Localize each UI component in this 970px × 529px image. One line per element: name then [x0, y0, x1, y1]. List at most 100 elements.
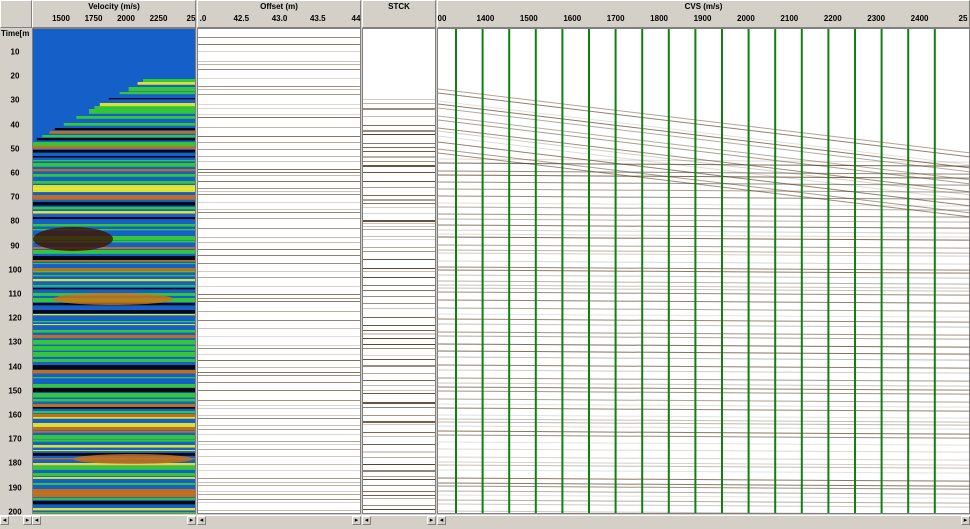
- axis-tick-label: 1700: [606, 14, 625, 23]
- cvs-event-line: [438, 421, 969, 426]
- stck-title: STCK: [388, 2, 410, 11]
- semblance-band: [33, 324, 195, 326]
- right-arrow-icon[interactable]: ▸: [352, 516, 361, 525]
- stack-event-line: [363, 220, 435, 222]
- gather-event-line: [198, 117, 360, 118]
- stack-event-line: [363, 303, 435, 304]
- gather-event-line: [198, 86, 360, 87]
- cvs-event-line: [438, 260, 969, 265]
- semblance-band: [33, 263, 195, 265]
- axis-tick-label: 2400: [910, 14, 929, 23]
- semblance-band: [42, 135, 195, 138]
- cvs-event-line: [438, 213, 969, 218]
- gather-event-line: [198, 218, 360, 219]
- right-arrow-icon[interactable]: ▸: [961, 516, 970, 525]
- gather-event-line: [198, 64, 360, 65]
- stack-event-line: [363, 333, 435, 335]
- gather-event-line: [198, 345, 360, 346]
- cvs-event-line: [438, 425, 969, 430]
- semblance-band: [89, 109, 195, 114]
- cvs-event-line: [438, 287, 969, 292]
- cvs-event-line: [438, 280, 969, 285]
- stck-scrollbar[interactable]: ◂ ▸: [362, 515, 436, 525]
- cvs-event-line: [438, 418, 969, 423]
- cvs-panel[interactable]: [437, 28, 970, 514]
- stack-event-line: [363, 108, 435, 110]
- gather-event-line: [198, 367, 360, 368]
- cvs-event-line: [438, 377, 969, 382]
- right-arrow-icon[interactable]: ▸: [187, 516, 196, 525]
- semblance-band: [33, 508, 195, 511]
- cvs-scrollbar[interactable]: ◂ ▸: [437, 515, 970, 525]
- semblance-band: [33, 473, 195, 477]
- right-arrow-icon[interactable]: ▸: [23, 516, 32, 525]
- cvs-event-line: [438, 236, 969, 241]
- gather-event-line: [198, 354, 360, 355]
- gather-event-line: [198, 44, 360, 45]
- left-arrow-icon[interactable]: ◂: [437, 516, 446, 525]
- semblance-band: [33, 483, 195, 485]
- cvs-event-line: [438, 482, 969, 487]
- gather-event-line: [198, 108, 360, 109]
- offset-header[interactable]: Offset (m) .0 42.5 43.0 43.5 44: [197, 0, 361, 28]
- cvs-title: CVS (m/s): [684, 2, 723, 11]
- stack-event-line: [363, 509, 435, 510]
- axis-tick-label: 25: [958, 14, 968, 23]
- offset-gather-panel[interactable]: [197, 28, 361, 514]
- velocity-header[interactable]: Velocity (m/s) 1500 1750 2000 2250 25: [32, 0, 196, 28]
- left-arrow-icon[interactable]: ◂: [362, 516, 371, 525]
- left-arrow-icon[interactable]: ◂: [32, 516, 41, 525]
- semblance-band: [33, 285, 195, 287]
- semblance-band: [76, 116, 195, 119]
- left-arrow-icon[interactable]: ◂: [0, 516, 9, 525]
- axis-tick-label: 1500: [519, 14, 538, 23]
- semblance-band: [33, 224, 195, 227]
- stack-event-line: [363, 432, 435, 433]
- stack-panel[interactable]: [362, 28, 436, 514]
- gather-event-line: [198, 114, 360, 115]
- stack-event-line: [363, 373, 435, 374]
- cvs-event-line: [438, 490, 969, 495]
- gather-event-line: [198, 348, 360, 349]
- velocity-title: Velocity (m/s): [88, 2, 140, 11]
- cvs-event-line: [438, 269, 969, 274]
- stack-event-line: [363, 268, 435, 269]
- offset-scrollbar[interactable]: ◂ ▸: [197, 515, 361, 525]
- cvs-event-line: [438, 434, 969, 439]
- gather-event-line: [198, 328, 360, 329]
- gather-event-line: [198, 382, 360, 383]
- left-arrow-icon[interactable]: ◂: [197, 516, 206, 525]
- time-tick-label: 150: [8, 386, 22, 396]
- gather-event-line: [198, 127, 360, 128]
- gather-event-line: [198, 464, 360, 465]
- semblance-band: [33, 411, 195, 414]
- time-scrollbar[interactable]: ◂ ▸: [0, 515, 32, 525]
- axis-tick-label: 1800: [650, 14, 668, 23]
- time-tick-label: 190: [8, 483, 22, 493]
- gather-event-line: [198, 418, 360, 419]
- stck-header[interactable]: STCK: [362, 0, 436, 28]
- semblance-band: [33, 256, 195, 261]
- cvs-event-line: [438, 233, 969, 238]
- stack-event-line: [363, 325, 435, 326]
- semblance-band: [33, 310, 195, 314]
- cvs-event-line: [438, 318, 969, 323]
- stack-event-line: [363, 130, 435, 132]
- gather-event-line: [198, 425, 360, 426]
- stack-event-line: [363, 203, 435, 204]
- stack-event-line: [363, 143, 435, 144]
- time-tick-label: 140: [8, 362, 22, 372]
- cvs-event-line: [438, 313, 969, 318]
- velocity-scrollbar[interactable]: ◂ ▸: [32, 515, 196, 525]
- right-arrow-icon[interactable]: ▸: [427, 516, 436, 525]
- gather-event-line: [198, 242, 360, 243]
- cvs-header[interactable]: CVS (m/s) 00 1400 1500 1600 1700 1800 1900 2000…: [437, 0, 970, 28]
- stack-event-line: [363, 464, 435, 465]
- semblance-band: [33, 399, 195, 402]
- time-tick-label: 10: [10, 47, 20, 57]
- stack-event-line: [363, 99, 435, 100]
- gather-event-line: [198, 209, 360, 210]
- velocity-panel[interactable]: [32, 28, 196, 514]
- stack-event-line: [363, 470, 435, 472]
- cvs-event-line: [438, 323, 969, 328]
